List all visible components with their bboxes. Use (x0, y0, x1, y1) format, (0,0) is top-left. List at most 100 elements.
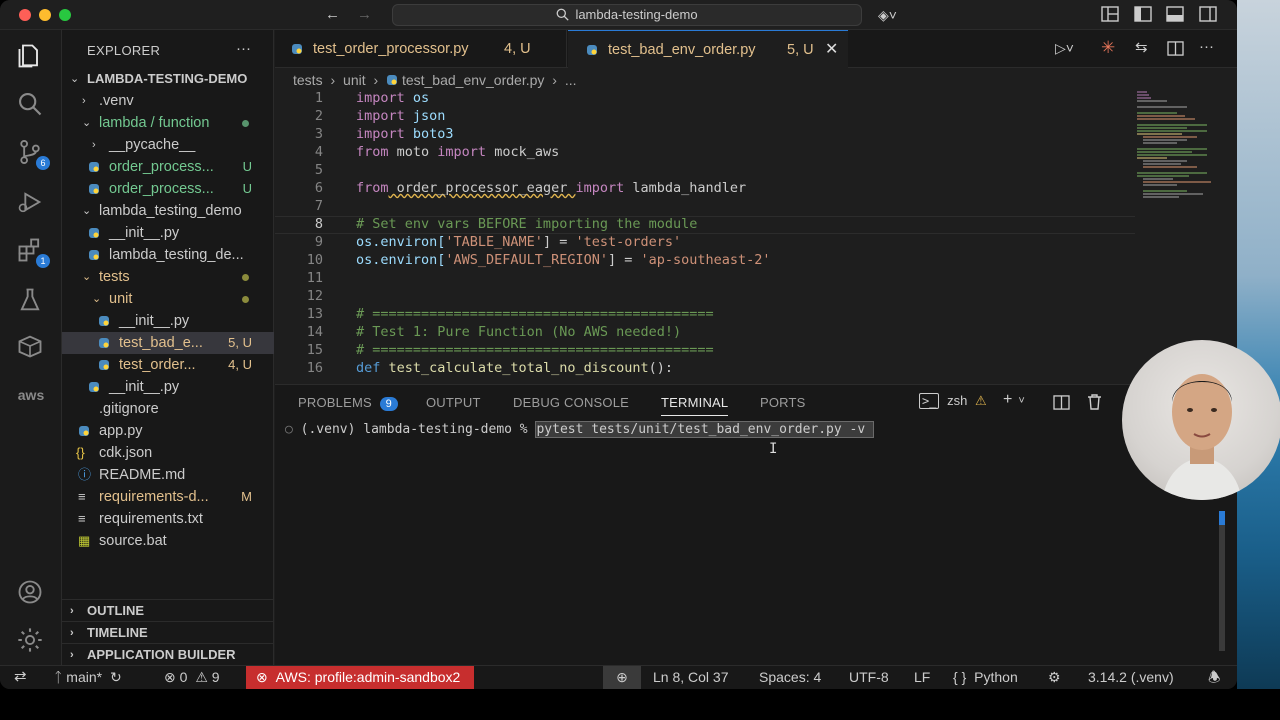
line-number: 16 (306, 360, 323, 376)
cursor-position[interactable]: Ln 8, Col 37 (653, 666, 729, 688)
terminal-output[interactable]: ○ (.venv) lambda-testing-demo % pytest t… (285, 421, 875, 438)
python-interpreter[interactable]: 3.14.2 (.venv) (1088, 666, 1174, 688)
code-line: # Set env vars BEFORE importing the modu… (356, 216, 698, 232)
code-editor[interactable]: 1 2 3 4 5 6 7 8 9 10 11 12 13 14 15 16 i… (275, 90, 1237, 380)
remote-icon[interactable]: ⇄ (14, 666, 27, 688)
tree-file-readme[interactable]: ⓘ README.md (62, 464, 274, 486)
kill-terminal-icon[interactable] (1087, 393, 1102, 415)
encoding[interactable]: UTF-8 (849, 666, 889, 688)
command-center-search[interactable]: lambda-testing-demo (392, 4, 862, 26)
tree-folder-lambda-testing-demo[interactable]: ⌄ lambda_testing_demo (62, 200, 274, 222)
containers-icon[interactable] (16, 332, 46, 362)
tree-file-unit-init[interactable]: __init__.py (62, 310, 274, 332)
tree-folder-pycache[interactable]: › __pycache__ (62, 134, 274, 156)
terminal-scrollbar-thumb[interactable] (1219, 511, 1225, 525)
explorer-root[interactable]: ⌄ LAMBDA-TESTING-DEMO (62, 68, 274, 90)
line-number: 13 (306, 306, 323, 322)
aws-profile-indicator[interactable]: ⊗ AWS: profile:admin-sandbox2 (246, 666, 475, 689)
end-of-line[interactable]: LF (914, 666, 930, 688)
tree-file-tests-init[interactable]: __init__.py (62, 376, 274, 398)
title-bar: ← → lambda-testing-demo ◈˅ (0, 0, 1237, 30)
tree-file-order-processor[interactable]: order_process... U (62, 156, 274, 178)
copilot-icon[interactable]: ◈˅ (878, 6, 897, 24)
toggle-panel-icon[interactable] (1166, 6, 1184, 27)
notifications-bell-icon[interactable]: 🕭 (1208, 666, 1221, 688)
explorer-title: EXPLORER (87, 43, 161, 58)
breadcrumb-symbols[interactable]: ... (565, 72, 577, 88)
tab-debug-console[interactable]: DEBUG CONSOLE (513, 395, 629, 410)
problems-indicator[interactable]: ⊗ 0 ⚠ 9 (164, 666, 220, 688)
error-icon: ⊗ (256, 669, 268, 685)
aws-toolkit-icon[interactable]: aws (16, 380, 46, 410)
breadcrumb-unit[interactable]: unit (343, 72, 366, 88)
tree-file-requirements-dev[interactable]: ≡ requirements-d... M (62, 486, 274, 508)
tree-folder-lambda-function[interactable]: ⌄ lambda / function (62, 112, 274, 134)
bottom-panel: PROBLEMS 9 OUTPUT DEBUG CONSOLE TERMINAL… (275, 384, 1237, 665)
customize-layout-icon[interactable] (1101, 6, 1119, 27)
tab-test-order-processor[interactable]: test_order_processor.py 4, U (275, 30, 567, 68)
extensions-icon[interactable]: 1 (16, 236, 50, 268)
tree-file-gitignore[interactable]: .gitignore (62, 398, 274, 420)
tree-file-source-bat[interactable]: ▦ source.bat (62, 530, 274, 552)
tab-ports[interactable]: PORTS (760, 395, 806, 410)
terminal-shell-selector[interactable]: >_ zsh ⚠ (919, 393, 987, 409)
forward-arrow-icon[interactable]: → (357, 6, 372, 24)
terminal-scrollbar[interactable] (1219, 511, 1225, 651)
outline-section[interactable]: › OUTLINE (62, 599, 274, 621)
back-arrow-icon[interactable]: ← (325, 6, 340, 24)
toggle-secondary-sidebar-icon[interactable] (1199, 6, 1217, 27)
breadcrumb-tests[interactable]: tests (293, 72, 323, 88)
python-file-icon (292, 44, 302, 54)
timeline-section[interactable]: › TIMELINE (62, 621, 274, 643)
line-number: 10 (306, 252, 323, 268)
terminal-command: pytest tests/unit/test_bad_env_order.py … (535, 421, 875, 438)
breadcrumb-file[interactable]: test_bad_env_order.py (402, 72, 544, 88)
split-editor-icon[interactable] (1167, 41, 1184, 61)
new-terminal-icon[interactable]: + ˅ (1003, 391, 1025, 409)
tree-file-init[interactable]: __init__.py (62, 222, 274, 244)
code-line: # ======================================… (356, 306, 714, 322)
run-debug-icon[interactable] (16, 188, 46, 218)
more-editor-actions-icon[interactable]: ··· (1199, 38, 1214, 55)
amazon-q-icon[interactable]: ✳ (1101, 38, 1115, 58)
tab-problems[interactable]: PROBLEMS 9 (298, 395, 398, 411)
tree-file-order-processor-eager[interactable]: order_process... U (62, 178, 274, 200)
tree-file-app-py[interactable]: app.py (62, 420, 274, 442)
toggle-sidebar-icon[interactable] (1134, 6, 1152, 27)
more-actions-icon[interactable]: ··· (236, 40, 251, 57)
split-terminal-icon[interactable] (1053, 395, 1070, 415)
tab-terminal[interactable]: TERMINAL (661, 395, 729, 416)
tree-file-test-order-processor[interactable]: test_order... 4, U (62, 354, 274, 376)
python-file-icon (99, 360, 109, 370)
explorer-icon[interactable] (16, 42, 46, 72)
source-control-icon[interactable]: 6 (16, 138, 50, 170)
tree-folder-venv[interactable]: › .venv (62, 90, 274, 112)
tree-file-requirements[interactable]: ≡ requirements.txt (62, 508, 274, 530)
tree-file-lambda-testing-demo-stack[interactable]: lambda_testing_de... (62, 244, 274, 266)
testing-flask-icon[interactable] (16, 286, 46, 316)
minimize-window-button[interactable] (39, 9, 51, 21)
close-tab-icon[interactable]: ✕ (825, 31, 838, 69)
close-window-button[interactable] (19, 9, 31, 21)
line-number: 4 (314, 144, 323, 160)
account-icon[interactable] (16, 578, 46, 608)
text-file-icon: ≡ (78, 489, 86, 504)
tree-folder-unit[interactable]: ⌄ unit (62, 288, 274, 310)
language-mode[interactable]: { } Python (953, 666, 1018, 688)
search-icon[interactable] (16, 90, 46, 120)
tab-output[interactable]: OUTPUT (426, 395, 481, 410)
application-builder-section[interactable]: › APPLICATION BUILDER (62, 643, 274, 665)
extension-icon[interactable]: ⚙ (1048, 666, 1061, 688)
indentation[interactable]: Spaces: 4 (759, 666, 821, 688)
tab-test-bad-env-order[interactable]: test_bad_env_order.py 5, U ✕ (568, 30, 848, 69)
tree-file-cdk-json[interactable]: {} cdk.json (62, 442, 274, 464)
run-python-icon[interactable]: ▷˅ (1055, 40, 1074, 57)
tree-file-test-bad-env-order[interactable]: test_bad_e... 5, U (62, 332, 274, 354)
zoom-icon[interactable]: ⊕ (603, 666, 641, 689)
minimap[interactable] (1137, 90, 1227, 210)
zoom-window-button[interactable] (59, 9, 71, 21)
compare-changes-icon[interactable]: ⇆ (1135, 38, 1148, 56)
tree-folder-tests[interactable]: ⌄ tests (62, 266, 274, 288)
settings-gear-icon[interactable] (16, 626, 46, 656)
branch-indicator[interactable]: ᛏ main* ↻ (54, 666, 122, 688)
